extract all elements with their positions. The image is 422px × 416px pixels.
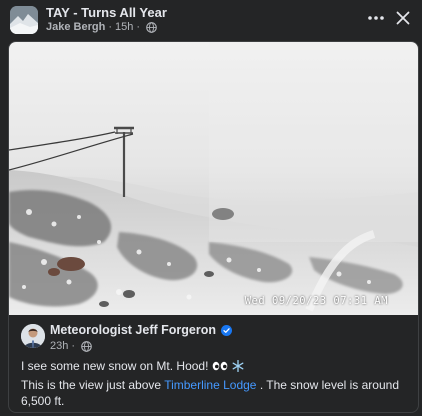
group-title[interactable]: TAY - Turns All Year xyxy=(46,5,167,20)
meta-separator: · xyxy=(136,21,141,33)
caption-line-1: I see some new snow on Mt. Hood! xyxy=(21,359,244,373)
close-icon[interactable] xyxy=(393,8,413,28)
eyes-emoji-icon xyxy=(212,361,228,371)
globe-icon xyxy=(146,21,157,33)
post-meta: Jake Bergh · 15h · xyxy=(46,21,157,33)
verified-badge-icon xyxy=(220,324,232,336)
avatar[interactable] xyxy=(21,324,45,348)
shared-post-age[interactable]: 23h xyxy=(50,340,68,352)
caption-prefix: This is the view just above xyxy=(21,378,165,392)
more-horizontal-icon[interactable] xyxy=(364,8,388,28)
meta-separator: · xyxy=(71,340,76,352)
webcam-photo[interactable]: Wed 09/20/23 07:31 AM xyxy=(9,42,418,315)
meta-separator: · xyxy=(108,21,112,33)
caption-line-2: This is the view just above Timberline L… xyxy=(21,377,411,409)
shared-post-author[interactable]: Meteorologist Jeff Forgeron xyxy=(50,323,232,337)
snowflake-icon xyxy=(232,360,244,372)
post-author[interactable]: Jake Bergh xyxy=(46,21,105,33)
post-modal: TAY - Turns All Year Jake Bergh · 15h · xyxy=(0,0,422,416)
post-header: TAY - Turns All Year Jake Bergh · 15h · xyxy=(0,0,422,38)
timberline-lodge-link[interactable]: Timberline Lodge xyxy=(164,378,256,392)
globe-icon xyxy=(81,340,92,352)
shared-post-meta: 23h · xyxy=(50,340,92,352)
shared-post-card[interactable]: Wed 09/20/23 07:31 AM Meteorologist Jeff… xyxy=(8,41,419,413)
caption-text: I see some new snow on Mt. Hood! xyxy=(21,359,209,373)
group-avatar[interactable] xyxy=(10,6,38,34)
photo-timestamp: Wed 09/20/23 07:31 AM xyxy=(244,295,388,307)
post-age[interactable]: 15h xyxy=(115,21,133,33)
author-name-text[interactable]: Meteorologist Jeff Forgeron xyxy=(50,323,216,337)
shared-post-body: Meteorologist Jeff Forgeron 23h · I see … xyxy=(9,315,418,412)
